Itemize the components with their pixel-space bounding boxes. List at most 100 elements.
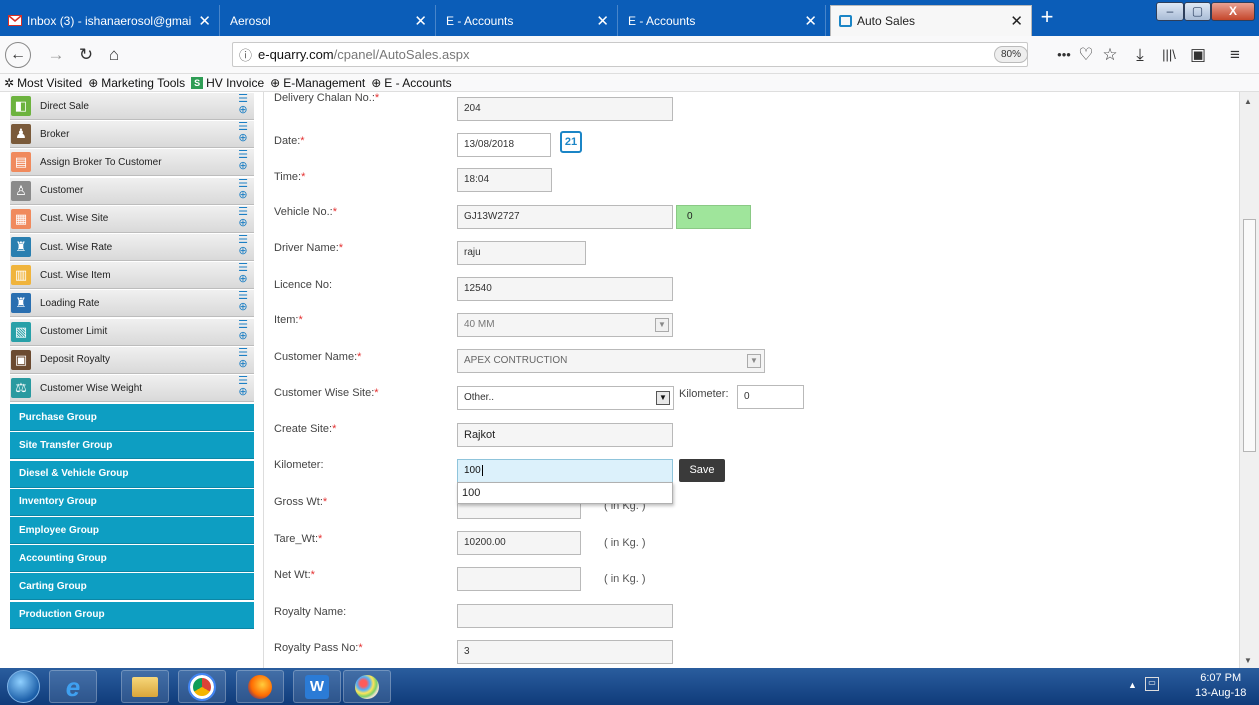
kilometer-field[interactable]: 100 (457, 459, 673, 483)
reload-icon[interactable]: ↻ (75, 44, 97, 66)
close-icon[interactable]: ✕ (596, 12, 609, 30)
close-icon[interactable]: ✕ (1010, 12, 1023, 30)
paint-icon[interactable] (343, 670, 391, 703)
sidebar-item-deposit-royalty[interactable]: ▣ Deposit Royalty (10, 346, 254, 374)
bookmark-most-visited[interactable]: ✲ Most Visited (4, 76, 82, 90)
chevron-down-icon[interactable]: ▼ (747, 354, 761, 368)
sidebar-group-production-group[interactable]: Production Group (10, 601, 254, 629)
chrome-icon[interactable] (178, 670, 226, 703)
date-field[interactable]: 13/08/2018 (457, 133, 551, 157)
sidebar-item-customer[interactable]: ♙ Customer (10, 177, 254, 205)
close-icon[interactable]: ✕ (414, 12, 427, 30)
expand-plus-icon[interactable]: ☰ ⊕ (235, 376, 251, 403)
expand-plus-icon[interactable]: ☰ ⊕ (235, 178, 251, 206)
expand-plus-icon[interactable]: ☰ ⊕ (235, 291, 251, 318)
home-icon[interactable]: ⌂ (103, 44, 125, 66)
expand-plus-icon[interactable]: ☰ ⊕ (235, 150, 251, 177)
item-select[interactable]: 40 MM ▼ (457, 313, 673, 337)
bookmark-marketing-tools[interactable]: ⊕ Marketing Tools (88, 76, 185, 90)
sidebar-item-cust-wise-site[interactable]: ▦ Cust. Wise Site (10, 205, 254, 233)
close-icon[interactable]: ✕ (804, 12, 817, 30)
windows-start-icon[interactable] (7, 670, 40, 703)
pocket-icon[interactable]: ♡ (1075, 44, 1097, 66)
sidebar-item-broker[interactable]: ♟ Broker (10, 121, 254, 149)
sidebar-item-loading-rate[interactable]: ♜ Loading Rate (10, 290, 254, 318)
expand-plus-icon[interactable]: ☰ ⊕ (235, 94, 251, 121)
sidebar-group-site-transfer-group[interactable]: Site Transfer Group (10, 432, 254, 460)
scroll-up-icon[interactable]: ▲ (1244, 97, 1252, 106)
maximize-button[interactable]: ▢ (1184, 2, 1211, 21)
expand-plus-icon[interactable]: ☰ ⊕ (235, 263, 251, 290)
minimize-button[interactable]: – (1156, 2, 1184, 21)
scroll-thumb[interactable] (1243, 219, 1256, 452)
save-button[interactable]: Save (679, 459, 725, 482)
site-kilometer-field[interactable]: 0 (737, 385, 804, 409)
back-arrow-icon[interactable]: ← (5, 42, 31, 68)
zoom-level[interactable]: 80% (994, 46, 1028, 63)
sidebar-group-accounting-group[interactable]: Accounting Group (10, 545, 254, 573)
firefox-icon[interactable] (236, 670, 284, 703)
customer-name-select[interactable]: APEX CONTRUCTION ▼ (457, 349, 765, 373)
forward-arrow-icon[interactable]: → (45, 44, 67, 66)
tab-aerosol[interactable]: Aerosol ✕ (222, 5, 436, 36)
network-icon[interactable]: ▭ (1145, 677, 1159, 691)
autocomplete-suggestion[interactable]: 100 (457, 482, 673, 504)
new-tab-button[interactable]: + (1035, 6, 1059, 30)
close-window-button[interactable]: X (1211, 2, 1255, 21)
sidebar-group-purchase-group[interactable]: Purchase Group (10, 404, 254, 432)
sidebar-item-cust-wise-rate[interactable]: ♜ Cust. Wise Rate (10, 234, 254, 261)
sidebar-item-customer-limit[interactable]: ▧ Customer Limit (10, 318, 254, 346)
create-site-field[interactable]: Rajkot (457, 423, 673, 447)
app-w-icon[interactable]: W (293, 670, 341, 703)
expand-plus-icon[interactable]: ☰ ⊕ (235, 122, 251, 149)
chevron-down-icon[interactable]: ▼ (655, 318, 669, 332)
tab-auto-sales[interactable]: Auto Sales ✕ (830, 5, 1032, 36)
sidebar-group-carting-group[interactable]: Carting Group (10, 573, 254, 601)
expand-plus-icon[interactable]: ☰ ⊕ (235, 206, 251, 234)
scroll-down-icon[interactable]: ▼ (1244, 656, 1252, 665)
sidebar-item-customer-wise-weight[interactable]: ⚖ Customer Wise Weight (10, 375, 254, 402)
expand-plus-icon[interactable]: ☰ ⊕ (235, 235, 251, 262)
tab-gmail[interactable]: Inbox (3) - ishanaerosol@gmail ✕ (0, 5, 220, 36)
time-field[interactable]: 18:04 (457, 168, 552, 192)
tray-expand-icon[interactable]: ▲ (1128, 680, 1137, 690)
system-clock[interactable]: 6:07 PM 13-Aug-18 (1195, 671, 1246, 701)
tare-wt-field[interactable]: 10200.00 (457, 531, 581, 555)
sidebar-item-cust-wise-item[interactable]: ▥ Cust. Wise Item (10, 262, 254, 290)
info-icon[interactable]: ⓘ (239, 45, 252, 64)
bookmark-e-management[interactable]: ⊕ E-Management (270, 76, 365, 90)
page-scrollbar[interactable]: ▲ ▼ (1239, 92, 1259, 668)
vehicle-field[interactable]: GJ13W2727 (457, 205, 673, 229)
delivery-chalan-field[interactable]: 204 (457, 97, 673, 121)
calendar-icon[interactable]: 21 (560, 131, 582, 153)
customer-site-select[interactable]: Other.. ▼ (457, 386, 674, 410)
sidebar-group-employee-group[interactable]: Employee Group (10, 517, 254, 544)
sidebar-item-direct-sale[interactable]: ◧ Direct Sale (10, 93, 254, 120)
tab-e-accounts-2[interactable]: E - Accounts ✕ (620, 5, 826, 36)
chevron-down-icon[interactable]: ▼ (656, 391, 670, 405)
royalty-pass-field[interactable]: 3 (457, 640, 673, 664)
bookmark-e-accounts[interactable]: ⊕ E - Accounts (371, 76, 451, 90)
licence-field[interactable]: 12540 (457, 277, 673, 301)
url-bar[interactable]: ⓘ e-quarry.com/cpanel/AutoSales.aspx (232, 42, 1028, 67)
more-actions-icon[interactable]: ••• (1053, 44, 1075, 66)
internet-explorer-icon[interactable]: e (49, 670, 97, 703)
expand-plus-icon[interactable]: ☰ ⊕ (235, 319, 251, 347)
sidebar-item-assign-broker-to-customer[interactable]: ▤ Assign Broker To Customer (10, 149, 254, 177)
royalty-name-field[interactable] (457, 604, 673, 628)
expand-plus-icon[interactable]: ☰ ⊕ (235, 347, 251, 375)
sidebar-group-inventory-group[interactable]: Inventory Group (10, 488, 254, 516)
download-icon[interactable]: ⤓ (1129, 44, 1151, 66)
net-wt-field[interactable] (457, 567, 581, 591)
tab-e-accounts-1[interactable]: E - Accounts ✕ (438, 5, 618, 36)
sidebar-group-diesel-vehicle-group[interactable]: Diesel & Vehicle Group (10, 460, 254, 488)
file-explorer-icon[interactable] (121, 670, 169, 703)
menu-icon[interactable]: ≡ (1224, 44, 1246, 66)
driver-name-field[interactable]: raju (457, 241, 586, 265)
sidebar-toggle-icon[interactable]: ▣ (1187, 44, 1209, 66)
library-icon[interactable]: |||\ (1158, 44, 1180, 66)
create-site-label: Create Site:* (274, 423, 337, 435)
bookmark-star-icon[interactable]: ☆ (1099, 44, 1121, 66)
close-icon[interactable]: ✕ (198, 12, 211, 30)
bookmark-hv-invoice[interactable]: S HV Invoice (191, 76, 264, 90)
